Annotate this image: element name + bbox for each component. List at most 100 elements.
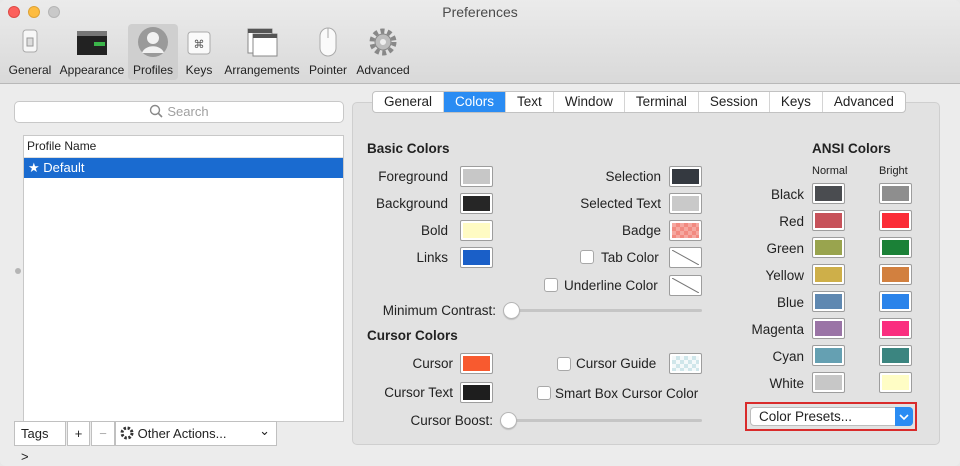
ansi-red-normal-well[interactable] xyxy=(812,210,845,231)
underline-color-checkbox[interactable] xyxy=(544,278,558,292)
ansi-normal-header: Normal xyxy=(812,165,848,177)
cursor-text-color-well[interactable] xyxy=(460,382,493,403)
links-color-well[interactable] xyxy=(460,247,493,268)
other-actions-menu[interactable]: Other Actions... ⌄ xyxy=(115,421,277,446)
ansi-black-bright-well[interactable] xyxy=(879,183,912,204)
pointer-icon xyxy=(312,26,344,58)
selected-text-color-well[interactable] xyxy=(669,193,702,214)
ansi-green-label: Green xyxy=(766,241,804,256)
ansi-yellow-bright-well[interactable] xyxy=(879,264,912,285)
ansi-magenta-bright-well[interactable] xyxy=(879,318,912,339)
profile-list: Profile Name ★ Default xyxy=(23,135,344,422)
toolbar-keys[interactable]: ⌘ Keys xyxy=(182,24,216,80)
cursor-colors-title: Cursor Colors xyxy=(367,328,458,343)
minimum-contrast-track[interactable] xyxy=(506,309,702,312)
ansi-blue-bright-well[interactable] xyxy=(879,291,912,312)
ansi-red-bright-well[interactable] xyxy=(879,210,912,231)
foreground-label: Foreground xyxy=(378,169,448,184)
cursor-boost-track[interactable] xyxy=(503,419,702,422)
tab-terminal[interactable]: Terminal xyxy=(625,92,699,112)
ansi-cyan-label: Cyan xyxy=(772,349,804,364)
tab-text[interactable]: Text xyxy=(506,92,554,112)
search-placeholder: Search xyxy=(167,104,209,119)
toolbar-general-label: General xyxy=(8,63,52,77)
tab-advanced[interactable]: Advanced xyxy=(823,92,905,112)
selection-color-well[interactable] xyxy=(669,166,702,187)
toolbar-general[interactable]: General xyxy=(6,24,54,80)
toolbar-advanced[interactable]: Advanced xyxy=(355,24,411,80)
toolbar-pointer-label: Pointer xyxy=(308,63,348,77)
foreground-color-well[interactable] xyxy=(460,166,493,187)
other-actions-label: Other Actions... xyxy=(137,426,227,441)
cursor-color-well[interactable] xyxy=(460,353,493,374)
cursor-text-label: Cursor Text xyxy=(384,385,453,400)
toolbar-profiles-label: Profiles xyxy=(132,63,173,77)
chevron-down-icon: ⌄ xyxy=(259,423,270,438)
toolbar-appearance-label: Appearance xyxy=(59,63,125,77)
toolbar-profiles[interactable]: Profiles xyxy=(128,24,178,80)
tab-general[interactable]: General xyxy=(373,92,445,112)
appearance-icon xyxy=(76,26,108,58)
ansi-black-normal-well[interactable] xyxy=(812,183,845,204)
titlebar: Preferences General Appearance Profiles … xyxy=(0,0,960,84)
toolbar-keys-label: Keys xyxy=(185,63,213,77)
cursor-boost-slider[interactable] xyxy=(500,412,517,429)
ansi-yellow-label: Yellow xyxy=(765,268,804,283)
tab-window[interactable]: Window xyxy=(554,92,625,112)
basic-colors-title: Basic Colors xyxy=(367,141,450,156)
ansi-white-normal-well[interactable] xyxy=(812,372,845,393)
smart-box-cursor-color-checkbox[interactable] xyxy=(537,386,551,400)
underline-color-well[interactable] xyxy=(669,275,702,296)
selected-text-label: Selected Text xyxy=(580,196,661,211)
ansi-white-bright-well[interactable] xyxy=(879,372,912,393)
ansi-cyan-bright-well[interactable] xyxy=(879,345,912,366)
bold-color-well[interactable] xyxy=(460,220,493,241)
cursor-guide-color-well[interactable] xyxy=(669,353,702,374)
ansi-yellow-normal-well[interactable] xyxy=(812,264,845,285)
ansi-cyan-normal-well[interactable] xyxy=(812,345,845,366)
general-icon xyxy=(14,26,46,58)
tab-keys[interactable]: Keys xyxy=(770,92,823,112)
ansi-green-bright-well[interactable] xyxy=(879,237,912,258)
underline-color-label: Underline Color xyxy=(564,278,658,293)
profile-tabs: General Colors Text Window Terminal Sess… xyxy=(372,91,906,113)
toolbar-appearance[interactable]: Appearance xyxy=(58,24,126,80)
cursor-guide-label: Cursor Guide xyxy=(576,356,657,371)
profile-name-column-header[interactable]: Profile Name xyxy=(24,136,343,158)
ansi-green-normal-well[interactable] xyxy=(812,237,845,258)
cursor-guide-checkbox[interactable] xyxy=(557,357,571,371)
profile-row-default[interactable]: ★ Default xyxy=(24,158,343,178)
ansi-bright-header: Bright xyxy=(879,165,908,177)
background-color-well[interactable] xyxy=(460,193,493,214)
preferences-window: Preferences General Appearance Profiles … xyxy=(0,0,960,466)
color-presets-dropdown[interactable]: Color Presets... xyxy=(750,407,913,426)
badge-color-well[interactable] xyxy=(669,220,702,241)
add-profile-button[interactable]: + xyxy=(67,421,90,446)
minimum-contrast-slider[interactable] xyxy=(503,302,520,319)
ansi-black-label: Black xyxy=(770,187,804,202)
tab-color-label: Tab Color xyxy=(601,250,659,265)
splitter-handle[interactable] xyxy=(15,268,21,274)
tab-color-checkbox[interactable] xyxy=(580,250,594,264)
smart-box-cursor-color-label: Smart Box Cursor Color xyxy=(555,386,699,401)
ansi-magenta-normal-well[interactable] xyxy=(812,318,845,339)
ansi-magenta-label: Magenta xyxy=(751,322,804,337)
toolbar-advanced-label: Advanced xyxy=(356,63,410,77)
gear-icon xyxy=(120,424,134,440)
arrangements-icon xyxy=(246,26,278,58)
remove-profile-button[interactable]: − xyxy=(91,421,115,446)
cursor-label: Cursor xyxy=(412,356,453,371)
tab-session[interactable]: Session xyxy=(699,92,770,112)
ansi-blue-label: Blue xyxy=(776,295,804,310)
chevron-down-icon xyxy=(895,407,913,426)
cursor-boost-label: Cursor Boost: xyxy=(410,413,493,428)
color-presets-label: Color Presets... xyxy=(759,409,853,424)
tab-colors[interactable]: Colors xyxy=(444,92,507,112)
tab-color-well[interactable] xyxy=(669,247,702,268)
toolbar-pointer[interactable]: Pointer xyxy=(306,24,350,80)
profile-search-input[interactable]: Search xyxy=(14,101,344,123)
toolbar-arrangements[interactable]: Arrangements xyxy=(222,24,302,80)
ansi-blue-normal-well[interactable] xyxy=(812,291,845,312)
search-icon xyxy=(149,104,163,118)
tags-button[interactable]: Tags > xyxy=(14,421,66,464)
